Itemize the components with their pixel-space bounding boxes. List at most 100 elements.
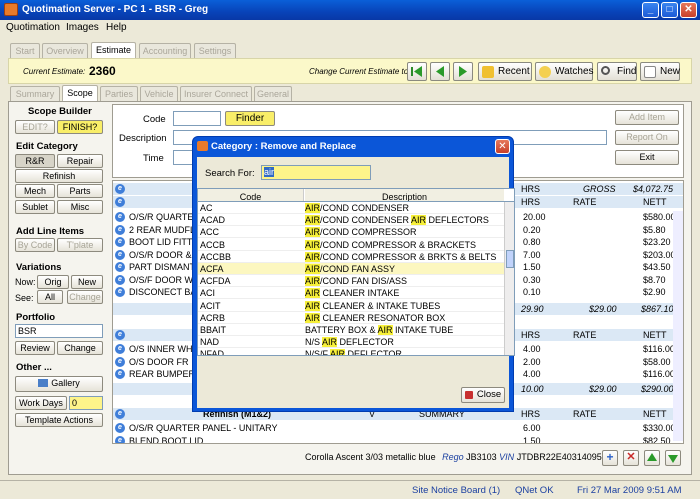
report-on-button[interactable]: Report On xyxy=(615,130,679,145)
template-button[interactable]: T'plate xyxy=(57,238,103,252)
table-row[interactable]: e O/S/R QUARTER PANEL - UNITARY 6.00 $330.0… xyxy=(113,422,683,434)
list-item[interactable]: ACC AIR/COND COMPRESSOR xyxy=(198,226,504,239)
add-item-button[interactable]: Add Item xyxy=(615,110,679,125)
desc-pre: N/S/F xyxy=(305,349,331,356)
plus-icon: + xyxy=(606,450,614,464)
tab-general[interactable]: General xyxy=(254,86,292,101)
list-item[interactable]: AC AIR/COND CONDENSER xyxy=(198,202,504,214)
row-text: O/S DOOR FR xyxy=(129,356,189,367)
category-description: AIR/COND COMPRESSOR xyxy=(305,227,417,238)
list-item[interactable]: ACCB AIR/COND COMPRESSOR & BRACKETS xyxy=(198,239,504,251)
row-nett: $23.20 xyxy=(643,237,671,247)
category-code: ACIT xyxy=(200,300,221,311)
app-icon xyxy=(4,3,18,16)
watches-button[interactable]: Watches xyxy=(535,62,594,81)
review-button[interactable]: Review xyxy=(15,341,55,355)
grid-scrollbar[interactable] xyxy=(673,211,683,441)
vehicle-info: Corolla Ascent 3/03 metallic blue Rego J… xyxy=(305,452,607,462)
parts-button[interactable]: Parts xyxy=(57,184,103,198)
recent-button[interactable]: Recent xyxy=(478,62,532,81)
find-button[interactable]: Find xyxy=(597,62,637,81)
qnet-status[interactable]: QNet OK xyxy=(515,485,554,496)
list-item[interactable]: ACI AIR CLEANER INTAKE xyxy=(198,287,504,300)
tab-parties[interactable]: Parties xyxy=(100,86,138,101)
maximize-button[interactable]: □ xyxy=(661,2,678,18)
add-row-button[interactable]: + xyxy=(602,450,618,466)
edit-button[interactable]: EDIT? xyxy=(15,120,55,134)
tab-scope[interactable]: Scope xyxy=(62,85,98,101)
new-variation-button[interactable]: New xyxy=(71,275,103,289)
repair-button[interactable]: Repair xyxy=(57,154,103,168)
desc-highlight: AIR xyxy=(305,264,321,274)
search-for-label: Search For: xyxy=(205,168,255,179)
dialog-close-button[interactable]: Close xyxy=(461,387,505,403)
minimize-button[interactable]: _ xyxy=(642,2,659,18)
template-actions-button[interactable]: Template Actions xyxy=(15,413,103,427)
tab-start[interactable]: Start xyxy=(10,43,40,58)
category-code: ACAD xyxy=(200,215,226,226)
portfolio-field[interactable]: BSR xyxy=(15,324,103,338)
category-code: ACFDA xyxy=(200,276,231,287)
by-code-button[interactable]: By Code xyxy=(15,238,55,252)
misc-button[interactable]: Misc xyxy=(57,200,103,214)
list-item[interactable]: ACIT AIR CLEANER & INTAKE TUBES xyxy=(198,300,504,312)
finder-button[interactable]: Finder xyxy=(225,111,275,126)
tab-insurer-connect[interactable]: Insurer Connect xyxy=(180,86,252,101)
work-days-button[interactable]: Work Days xyxy=(15,396,67,410)
desc-post: /COND COMPRESSOR & BRKTS & BELTS xyxy=(320,251,497,262)
menu-quotimation[interactable]: Quotimation xyxy=(6,22,60,33)
notice-board-link[interactable]: Site Notice Board (1) xyxy=(412,485,500,496)
list-item[interactable]: ACCBB AIR/COND COMPRESSOR & BRKTS & BELTS xyxy=(198,251,504,263)
code-input[interactable] xyxy=(173,111,221,126)
list-item[interactable]: NFAD N/S/F AIR DEFLECTOR xyxy=(198,348,504,356)
row-hrs: 0.80 xyxy=(523,237,541,247)
list-item[interactable]: ACFDA AIR/COND FAN DIS/ASS xyxy=(198,275,504,288)
next-estimate-button[interactable] xyxy=(453,62,473,81)
table-row[interactable]: e BLEND BOOT LID 1.50 $82.50 xyxy=(113,435,683,443)
title-bar: Quotimation Server - PC 1 - BSR - Greg _… xyxy=(0,0,700,20)
mech-button[interactable]: Mech xyxy=(15,184,55,198)
category-list: AC AIR/COND CONDENSER ACAD AIR/COND CONDENS… xyxy=(197,201,515,356)
menu-images[interactable]: Images xyxy=(66,22,99,33)
finish-button[interactable]: FINISH? xyxy=(57,120,103,134)
up-arrow-icon xyxy=(647,453,657,461)
list-item[interactable]: NAD N/S AIR DEFLECTOR xyxy=(198,336,504,349)
list-item[interactable]: ACFA AIR/COND FAN ASSY xyxy=(198,263,504,275)
orig-button[interactable]: Orig xyxy=(37,275,69,289)
first-estimate-button[interactable] xyxy=(407,62,427,81)
row-hrs: 7.00 xyxy=(523,249,541,260)
prev-estimate-button[interactable] xyxy=(430,62,450,81)
tab-accounting[interactable]: Accounting xyxy=(139,43,191,58)
list-item[interactable]: ACRB AIR CLEANER RESONATOR BOX xyxy=(198,312,504,324)
move-up-button[interactable] xyxy=(644,450,660,466)
all-button[interactable]: All xyxy=(37,290,63,304)
tab-overview[interactable]: Overview xyxy=(42,43,88,58)
delete-row-button[interactable]: ✕ xyxy=(623,450,639,466)
work-days-field[interactable]: 0 xyxy=(69,396,103,410)
change-variation-button[interactable]: Change xyxy=(67,290,103,304)
dialog-close-x[interactable]: ✕ xyxy=(495,139,510,154)
tab-vehicle[interactable]: Vehicle xyxy=(140,86,178,101)
dialog-scrollbar[interactable] xyxy=(504,202,514,355)
sublet-button[interactable]: Sublet xyxy=(15,200,55,214)
row-text: O/S/R DOOR & xyxy=(129,249,192,260)
exit-button[interactable]: Exit xyxy=(615,150,679,165)
list-item[interactable]: BBAIT BATTERY BOX & AIR INTAKE TUBE xyxy=(198,324,504,336)
delete-icon: ✕ xyxy=(626,451,636,463)
dialog-scroll-thumb[interactable] xyxy=(506,250,514,268)
change-portfolio-button[interactable]: Change xyxy=(57,341,103,355)
refinish-button[interactable]: Refinish xyxy=(15,169,103,183)
current-estimate-value: 2360 xyxy=(89,64,116,78)
menu-help[interactable]: Help xyxy=(106,22,127,33)
tab-estimate[interactable]: Estimate xyxy=(91,42,136,58)
close-window-button[interactable]: ✕ xyxy=(680,2,697,18)
gallery-button[interactable]: Gallery xyxy=(15,376,103,392)
list-item[interactable]: ACAD AIR/COND CONDENSER AIR DEFLECTORS xyxy=(198,214,504,227)
rr-button[interactable]: R&R xyxy=(15,154,55,168)
tab-settings[interactable]: Settings xyxy=(194,43,236,58)
tab-summary[interactable]: Summary xyxy=(10,86,60,101)
dialog-search-input[interactable]: air xyxy=(261,165,371,180)
new-estimate-button[interactable]: New xyxy=(640,62,680,81)
row-nett: $5.80 xyxy=(643,224,666,235)
move-down-button[interactable] xyxy=(665,450,681,466)
